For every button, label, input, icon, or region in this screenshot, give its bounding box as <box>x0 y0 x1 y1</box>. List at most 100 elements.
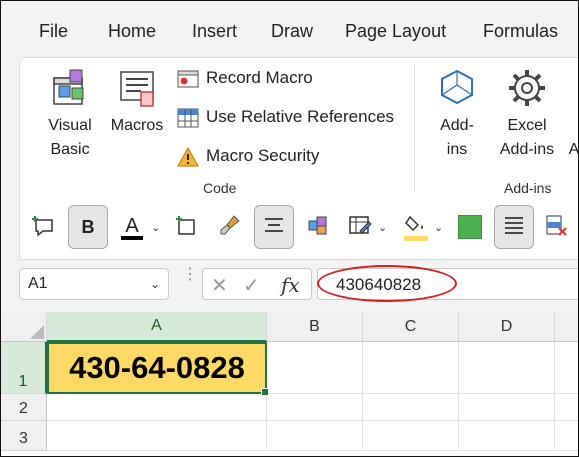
insert-function-icon[interactable]: fx <box>281 273 300 297</box>
font-color-icon: A <box>121 215 143 240</box>
tab-insert[interactable]: Insert <box>192 21 237 42</box>
excel-addins-label-1: Excel <box>507 117 547 134</box>
column-header-e[interactable] <box>555 312 578 342</box>
name-box[interactable]: A1 ⌄ <box>19 268 169 300</box>
cell-b1[interactable] <box>267 342 363 394</box>
align-center-icon <box>263 216 285 239</box>
fill-bucket-icon <box>404 213 428 241</box>
spreadsheet-grid: A B C D 1 2 3 430-64-0828 <box>1 312 578 456</box>
tab-formulas[interactable]: Formulas <box>483 21 558 42</box>
tab-page-layout[interactable]: Page Layout <box>345 21 446 42</box>
format-as-table-button[interactable] <box>340 205 380 249</box>
formula-buttons: ✕ ✓ fx <box>202 268 312 300</box>
use-relative-references-label: Use Relative References <box>206 107 395 126</box>
annotation-circle <box>317 265 457 302</box>
cell-c2[interactable] <box>363 394 459 421</box>
tab-draw[interactable]: Draw <box>271 21 313 42</box>
truncated-ribbon-item[interactable]: A <box>568 138 578 162</box>
bold-label: B <box>81 216 95 237</box>
cell-a1-value: 430-64-0828 <box>69 350 245 385</box>
cell-a3[interactable] <box>47 421 267 451</box>
cell-a2[interactable] <box>47 394 267 421</box>
macros-icon <box>104 62 170 114</box>
select-all-corner[interactable] <box>1 312 47 342</box>
excel-window: File Home Insert Draw Page Layout Formul… <box>0 0 579 457</box>
align-justify-button[interactable] <box>494 205 534 249</box>
excel-addins-button[interactable]: Excel Add-ins <box>490 62 564 162</box>
cancel-icon[interactable]: ✕ <box>211 273 228 298</box>
cell-e1[interactable] <box>555 342 578 394</box>
visual-basic-button[interactable]: Visual Basic <box>38 62 102 162</box>
macros-label: Macros <box>110 117 164 134</box>
addins-label-2: ins <box>446 141 468 158</box>
ribbon-panel: Visual Basic Macros Record Macro Use Rel… <box>19 57 578 199</box>
table-dropdown-icon[interactable]: ⌄ <box>378 221 387 234</box>
visual-basic-icon <box>38 62 102 114</box>
addins-button[interactable]: Add- ins <box>427 62 487 162</box>
addins-label-1: Add- <box>440 117 474 134</box>
new-comment-button[interactable] <box>24 205 64 249</box>
column-header-c[interactable]: C <box>363 312 459 342</box>
ribbon-tabs: File Home Insert Draw Page Layout Formul… <box>1 1 578 57</box>
font-color-dropdown-icon[interactable]: ⌄ <box>151 221 160 234</box>
addins-group-label: Add-ins <box>504 180 552 196</box>
bold-button[interactable]: B <box>68 205 108 249</box>
relative-references-icon <box>177 108 199 128</box>
code-group-label: Code <box>203 180 237 196</box>
tab-file[interactable]: File <box>39 21 68 42</box>
column-header-d[interactable]: D <box>459 312 555 342</box>
name-box-value: A1 <box>28 275 48 292</box>
format-painter-button[interactable] <box>210 205 250 249</box>
gear-icon <box>490 62 564 114</box>
cell-a1[interactable]: 430-64-0828 <box>47 342 269 396</box>
row-header-3[interactable]: 3 <box>1 421 47 451</box>
cell-b3[interactable] <box>267 421 363 451</box>
cell-d2[interactable] <box>459 394 555 421</box>
quick-toolbar: B A ⌄ ⌄ ⌄ <box>19 197 578 260</box>
delete-cells-button[interactable] <box>536 205 576 249</box>
cell-d3[interactable] <box>459 421 555 451</box>
delete-cell-icon <box>544 213 568 242</box>
formula-bar-grip-icon[interactable]: ⋮ <box>182 267 198 297</box>
cell-c1[interactable] <box>363 342 459 394</box>
cube-icon <box>306 213 330 242</box>
cell-d1[interactable] <box>459 342 555 394</box>
fill-handle[interactable] <box>261 388 269 396</box>
align-justify-icon <box>503 215 525 240</box>
cell-c3[interactable] <box>363 421 459 451</box>
column-header-b[interactable]: B <box>267 312 363 342</box>
fill-color-dropdown-icon[interactable]: ⌄ <box>434 221 443 234</box>
green-fill-button[interactable] <box>450 205 490 249</box>
cell-e2[interactable] <box>555 394 578 421</box>
enter-icon[interactable]: ✓ <box>243 273 260 298</box>
green-swatch-icon <box>458 215 482 239</box>
column-header-a[interactable]: A <box>47 312 267 342</box>
fill-color-button[interactable] <box>396 205 436 249</box>
row-header-2[interactable]: 2 <box>1 394 47 421</box>
record-macro-icon <box>177 69 199 89</box>
excel-addins-label-2: Add-ins <box>499 141 555 158</box>
row-header-1[interactable]: 1 <box>1 342 47 394</box>
group-divider <box>414 64 415 192</box>
font-color-button[interactable]: A <box>112 205 152 249</box>
macro-security-button[interactable]: Macro Security <box>177 146 319 167</box>
align-center-button[interactable] <box>254 205 294 249</box>
comment-icon <box>32 213 56 242</box>
cell-styles-button[interactable] <box>298 205 338 249</box>
macro-security-label: Macro Security <box>206 146 320 165</box>
chevron-down-icon[interactable]: ⌄ <box>150 277 160 291</box>
cell-e3[interactable] <box>555 421 578 451</box>
tab-home[interactable]: Home <box>108 21 156 42</box>
visual-basic-label-2: Basic <box>50 141 90 158</box>
insert-cells-button[interactable] <box>166 205 206 249</box>
cell-b2[interactable] <box>267 394 363 421</box>
paintbrush-icon <box>218 213 242 242</box>
addins-icon <box>427 62 487 114</box>
record-macro-button[interactable]: Record Macro <box>177 68 313 89</box>
warning-icon <box>177 146 199 167</box>
visual-basic-label-1: Visual <box>48 117 92 134</box>
insert-cell-icon <box>174 213 198 242</box>
use-relative-references-button[interactable]: Use Relative References <box>177 107 394 128</box>
macros-button[interactable]: Macros <box>104 62 170 138</box>
table-edit-icon <box>348 213 372 242</box>
